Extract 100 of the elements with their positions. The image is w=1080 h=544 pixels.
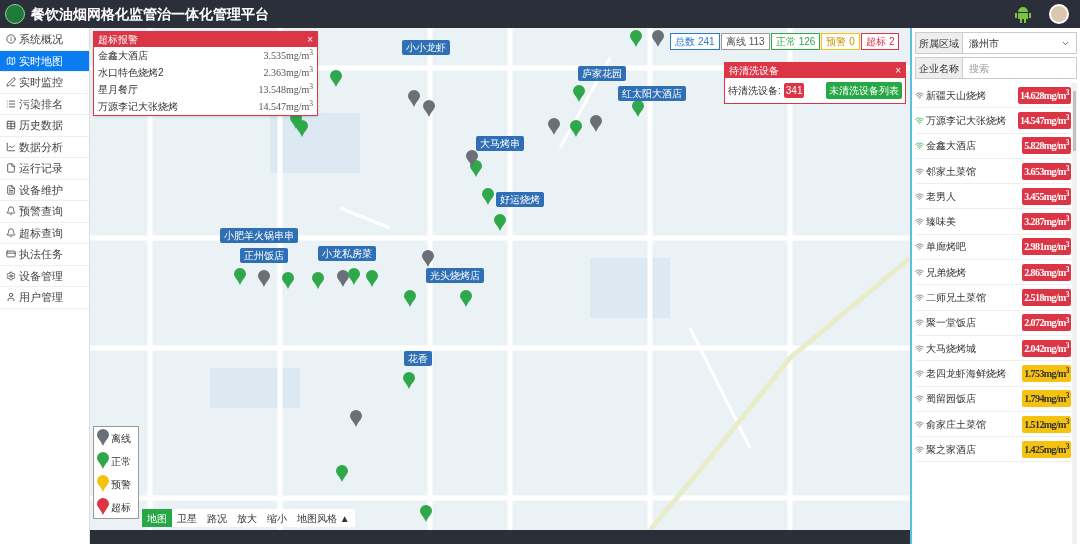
map-pin-icon[interactable] [404,290,416,308]
map-pin-icon[interactable] [97,429,109,447]
alert-value: 14.547mg/m$^{3}$ [258,99,313,114]
map-pin-icon[interactable] [422,250,434,268]
legend-label: 预警 [111,477,131,492]
map-tool-button[interactable]: 地图风格 ▲ [292,509,355,527]
sidebar-item[interactable]: 设备维护 [0,179,89,201]
sidebar-item[interactable]: 数据分析 [0,136,89,158]
map-pin-icon[interactable] [366,270,378,288]
map-pin-icon[interactable] [652,30,664,48]
status-count[interactable]: 总数 241 [670,33,720,50]
sidebar-item[interactable]: 执法任务 [0,244,89,266]
map-pin-icon[interactable] [423,100,435,118]
ranking-row[interactable]: 臻味美 3.287mg/m$^{3}$ [915,209,1071,235]
sidebar-item[interactable]: 预警查询 [0,201,89,223]
map-pin-icon[interactable] [336,465,348,483]
close-button[interactable]: × [895,65,901,76]
map-marker-label[interactable]: 花香 [404,351,432,366]
sidebar-item[interactable]: 运行记录 [0,158,89,180]
ranking-row[interactable]: 兄弟烧烤 2.863mg/m$^{3}$ [915,260,1071,286]
sidebar-item[interactable]: 污染排名 [0,93,89,115]
map-tool-button[interactable]: 放大 [232,509,262,527]
map-pin-icon[interactable] [482,188,494,206]
map-pin-icon[interactable] [466,150,478,168]
map-marker-label[interactable]: 红太阳大酒店 [618,86,686,101]
map-pin-icon[interactable] [570,120,582,138]
concentration-badge: 2.042mg/m$^{3}$ [1022,339,1071,357]
company-name: 邻家土菜馆 [926,164,977,179]
ranking-row[interactable]: 聚一堂饭店 2.072mg/m$^{3}$ [915,310,1071,336]
map-pin-icon[interactable] [408,90,420,108]
avatar-icon[interactable] [1049,4,1069,24]
ranking-row[interactable]: 单廊烤吧 2.981mg/m$^{3}$ [915,234,1071,261]
map-tool-button[interactable]: 路况 [202,509,232,527]
company-name: 聚之家酒店 [926,442,977,457]
ranking-row[interactable]: 老四龙虾海鲜烧烤 1.753mg/m$^{3}$ [915,361,1071,387]
map-pin-icon[interactable] [590,115,602,133]
map-pin-icon[interactable] [632,100,644,118]
map-marker-label[interactable]: 小小龙虾 [402,40,450,55]
map-pin-icon[interactable] [573,85,585,103]
scrollbar[interactable] [1072,83,1077,544]
chart-icon [6,141,16,152]
map-pin-icon[interactable] [337,270,349,288]
ranking-row[interactable]: 二师兄土菜馆 2.518mg/m$^{3}$ [915,285,1071,311]
ranking-row[interactable]: 蜀留园饭店 1.794mg/m$^{3}$ [915,386,1071,412]
map-pin-icon[interactable] [258,270,270,288]
map-pin-icon[interactable] [630,30,642,48]
map-pin-icon[interactable] [403,372,415,390]
ranking-row[interactable]: 老男人 3.455mg/m$^{3}$ [915,184,1071,210]
map-pin-icon[interactable] [548,118,560,136]
company-name-label: 企业名称 [915,57,963,79]
sidebar-item[interactable]: 历史数据 [0,115,89,137]
alert-panel-title: 超标报警 [98,33,138,47]
alert-value: 2.363mg/m$^{3}$ [263,65,313,80]
sidebar-item[interactable]: 设备管理 [0,265,89,287]
region-select[interactable]: 滁州市 [963,32,1077,54]
map-pin-icon[interactable] [330,70,342,88]
company-name: 新疆天山烧烤 [926,88,987,103]
list-icon [6,98,16,109]
card-icon [6,249,16,260]
search-field[interactable]: 搜索 [963,57,1077,79]
map-marker-label[interactable]: 庐家花园 [578,66,626,81]
map-pin-icon[interactable] [494,214,506,232]
alert-name: 星月餐厅 [98,83,138,97]
map-marker-label[interactable]: 小肥羊火锅串串 [220,228,298,243]
map-marker-label[interactable]: 正州饭店 [240,248,288,263]
ranking-row[interactable]: 聚之家酒店 1.425mg/m$^{3}$ [915,437,1071,463]
concentration-badge: 2.981mg/m$^{3}$ [1022,238,1071,256]
sidebar-item[interactable]: 系统概况 [0,29,89,51]
ranking-row[interactable]: 万源李记大张烧烤 14.547mg/m$^{3}$ [915,108,1071,134]
sidebar-item[interactable]: 实时监控 [0,72,89,94]
map-pin-icon[interactable] [420,505,432,523]
close-button[interactable]: × [307,34,313,45]
status-count[interactable]: 超标 2 [860,33,900,50]
map-marker-label[interactable]: 小龙私房菜 [318,246,376,261]
map-marker-label[interactable]: 好运烧烤 [496,192,544,207]
ranking-row[interactable]: 俞家庄土菜馆 1.512mg/m$^{3}$ [915,411,1071,438]
file-icon [6,163,16,174]
map-pin-icon[interactable] [312,272,324,290]
sidebar-item[interactable]: 超标查询 [0,222,89,244]
map-pin-icon[interactable] [97,452,109,470]
ranking-row[interactable]: 金鑫大酒店 5.828mg/m$^{3}$ [915,133,1071,159]
sidebar-item[interactable]: 实时地图 [0,50,89,72]
map-tool-button[interactable]: 缩小 [262,509,292,527]
ranking-row[interactable]: 大马烧烤城 2.042mg/m$^{3}$ [915,335,1071,362]
ranking-row[interactable]: 邻家土菜馆 3.653mg/m$^{3}$ [915,158,1071,185]
map-pin-icon[interactable] [234,268,246,286]
gear-icon [6,270,16,281]
map-marker-label[interactable]: 大马烤串 [476,136,524,151]
robot-icon[interactable] [1015,5,1031,23]
map-marker-label[interactable]: 光头烧烤店 [426,268,484,283]
ranking-row[interactable]: 新疆天山烧烤 14.628mg/m$^{3}$ [915,83,1071,109]
sidebar-item[interactable]: 用户管理 [0,287,89,309]
map-pin-icon[interactable] [350,410,362,428]
map-pin-icon[interactable] [282,272,294,290]
map-tool-button[interactable]: 卫星 [172,509,202,527]
map-pin-icon[interactable] [460,290,472,308]
bell-icon [6,206,16,217]
status-count[interactable]: 离线 113 [720,33,770,50]
map-pin-icon[interactable] [348,268,360,286]
map-pin-icon[interactable] [97,498,109,516]
